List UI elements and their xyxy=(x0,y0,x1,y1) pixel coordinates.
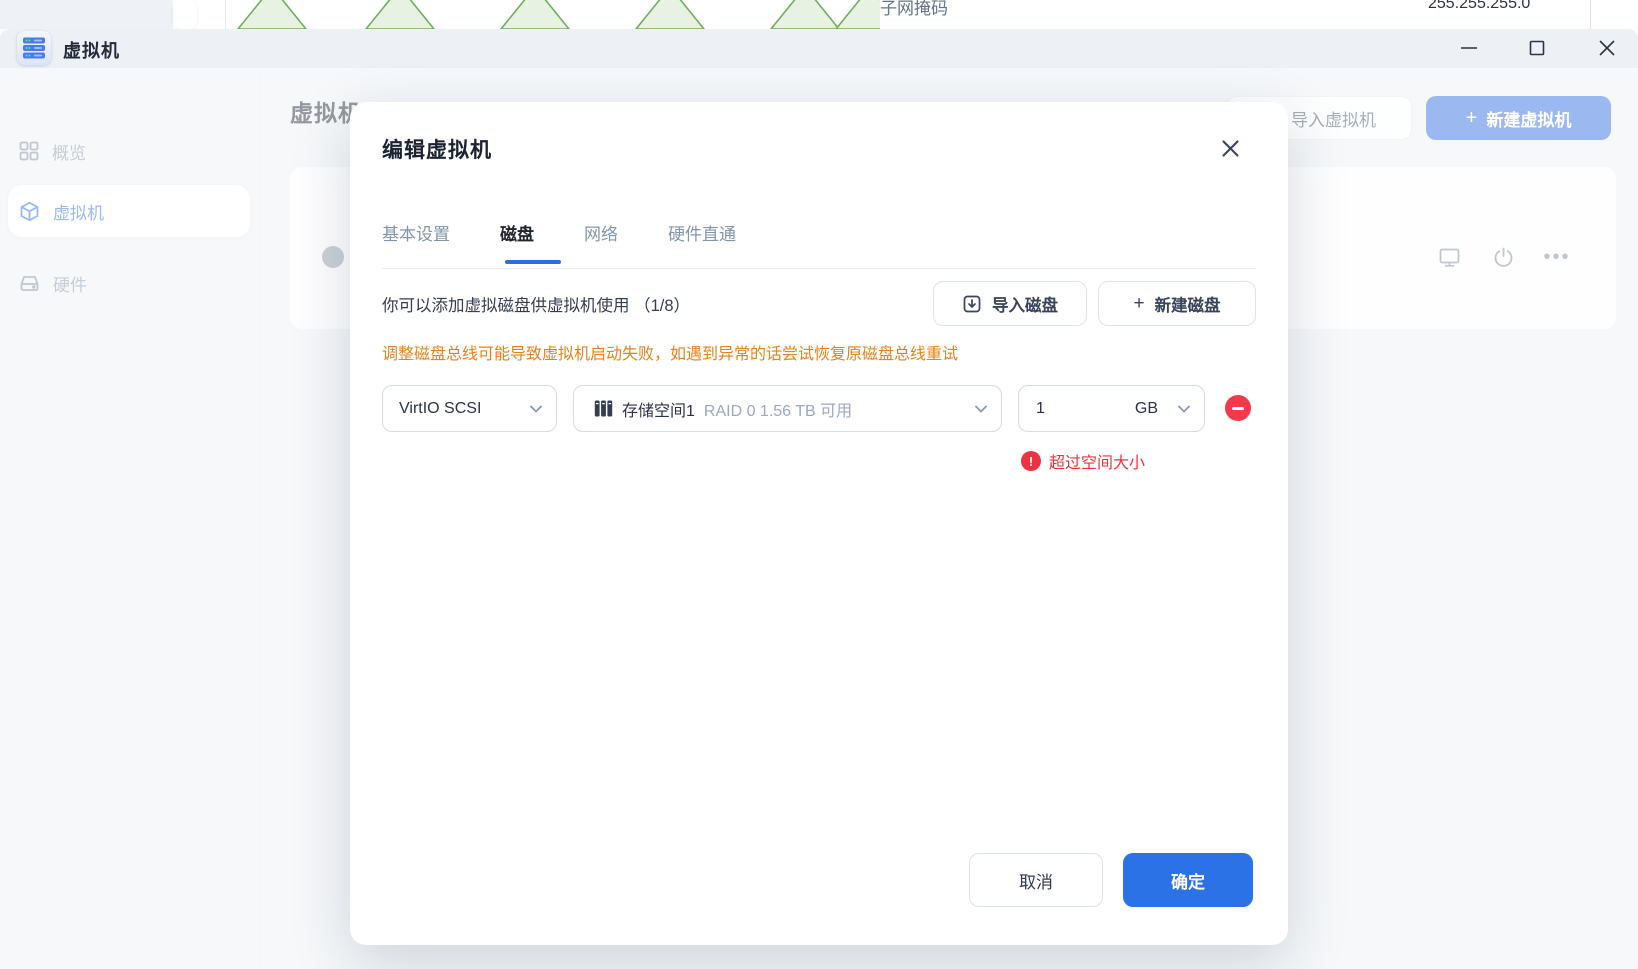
bus-select[interactable]: VirtIO SCSI xyxy=(382,385,557,432)
disk-description: 你可以添加虚拟磁盘供虚拟机使用 （1/8） xyxy=(382,297,691,315)
chevron-down-icon xyxy=(530,405,542,413)
background-window-strip: 子网掩码 255.255.255.0 xyxy=(0,0,1638,29)
window-close-button[interactable] xyxy=(1590,33,1624,63)
disk-row: VirtIO SCSI 存储空间1 RAID 0 1.56 TB 可用 1 GB xyxy=(382,385,1256,432)
modal-title: 编辑虚拟机 xyxy=(382,139,492,162)
disk-size-input[interactable] xyxy=(1036,399,1096,418)
window-minimize-button[interactable] xyxy=(1452,33,1486,63)
storage-icon xyxy=(594,399,613,418)
app-logo-icon xyxy=(17,31,51,65)
modal-close-icon[interactable] xyxy=(1216,134,1244,162)
modal-tabs: 基本设置 磁盘 网络 硬件直通 xyxy=(382,220,736,254)
cancel-button[interactable]: 取消 xyxy=(969,853,1103,907)
subnet-mask-label: 子网掩码 xyxy=(880,0,948,18)
size-error-text: 超过空间大小 xyxy=(1049,455,1146,472)
bus-change-warning: 调整磁盘总线可能导致虚拟机启动失败，如遇到异常的话尝试恢复原磁盘总线重试 xyxy=(382,346,959,363)
plus-icon: + xyxy=(1133,292,1145,314)
network-chart-fragment xyxy=(236,0,880,29)
divider xyxy=(382,268,1256,269)
tab-disk[interactable]: 磁盘 xyxy=(500,220,534,254)
storage-detail: RAID 0 1.56 TB 可用 xyxy=(703,402,853,420)
new-disk-label: 新建磁盘 xyxy=(1154,296,1221,315)
screen: 子网掩码 255.255.255.0 虚拟机 编辑虚拟机 基本设置 磁盘 网络 … xyxy=(0,0,1638,969)
disk-size-field: GB xyxy=(1018,385,1205,432)
storage-select[interactable]: 存储空间1 RAID 0 1.56 TB 可用 xyxy=(573,385,1002,432)
active-tab-underline xyxy=(505,260,561,264)
storage-name: 存储空间1 xyxy=(622,402,695,420)
titlebar: 虚拟机 xyxy=(0,29,1638,68)
app-title: 虚拟机 xyxy=(63,41,120,61)
bus-value: VirtIO SCSI xyxy=(399,399,482,417)
new-disk-button[interactable]: + 新建磁盘 xyxy=(1098,281,1256,326)
subnet-mask-value: 255.255.255.0 xyxy=(1428,0,1531,12)
error-exclamation-icon: ! xyxy=(1021,451,1041,471)
tab-network[interactable]: 网络 xyxy=(584,220,618,254)
import-disk-label: 导入磁盘 xyxy=(992,296,1058,315)
chevron-down-icon[interactable] xyxy=(1178,405,1190,413)
import-disk-button[interactable]: 导入磁盘 xyxy=(933,281,1087,326)
remove-disk-button[interactable] xyxy=(1225,395,1251,421)
divider xyxy=(1590,0,1591,29)
background-card-fragment xyxy=(173,0,197,29)
chevron-down-icon xyxy=(975,405,987,413)
edit-vm-modal: 编辑虚拟机 基本设置 磁盘 网络 硬件直通 你可以添加虚拟磁盘供虚拟机使用 （1… xyxy=(350,102,1288,945)
background-sidebar-fragment xyxy=(0,0,173,29)
window-maximize-button[interactable] xyxy=(1520,33,1554,63)
tab-passthrough[interactable]: 硬件直通 xyxy=(668,220,736,254)
ok-button[interactable]: 确定 xyxy=(1123,853,1253,907)
import-disk-icon xyxy=(962,294,982,314)
disk-size-unit: GB xyxy=(1134,399,1158,417)
disk-toolbar: 你可以添加虚拟磁盘供虚拟机使用 （1/8） 导入磁盘 + 新建磁盘 xyxy=(382,281,1256,326)
vm-app-window: 虚拟机 概览 xyxy=(0,29,1638,969)
size-error: ! 超过空间大小 xyxy=(1021,449,1145,473)
tab-basic-settings[interactable]: 基本设置 xyxy=(382,220,450,254)
